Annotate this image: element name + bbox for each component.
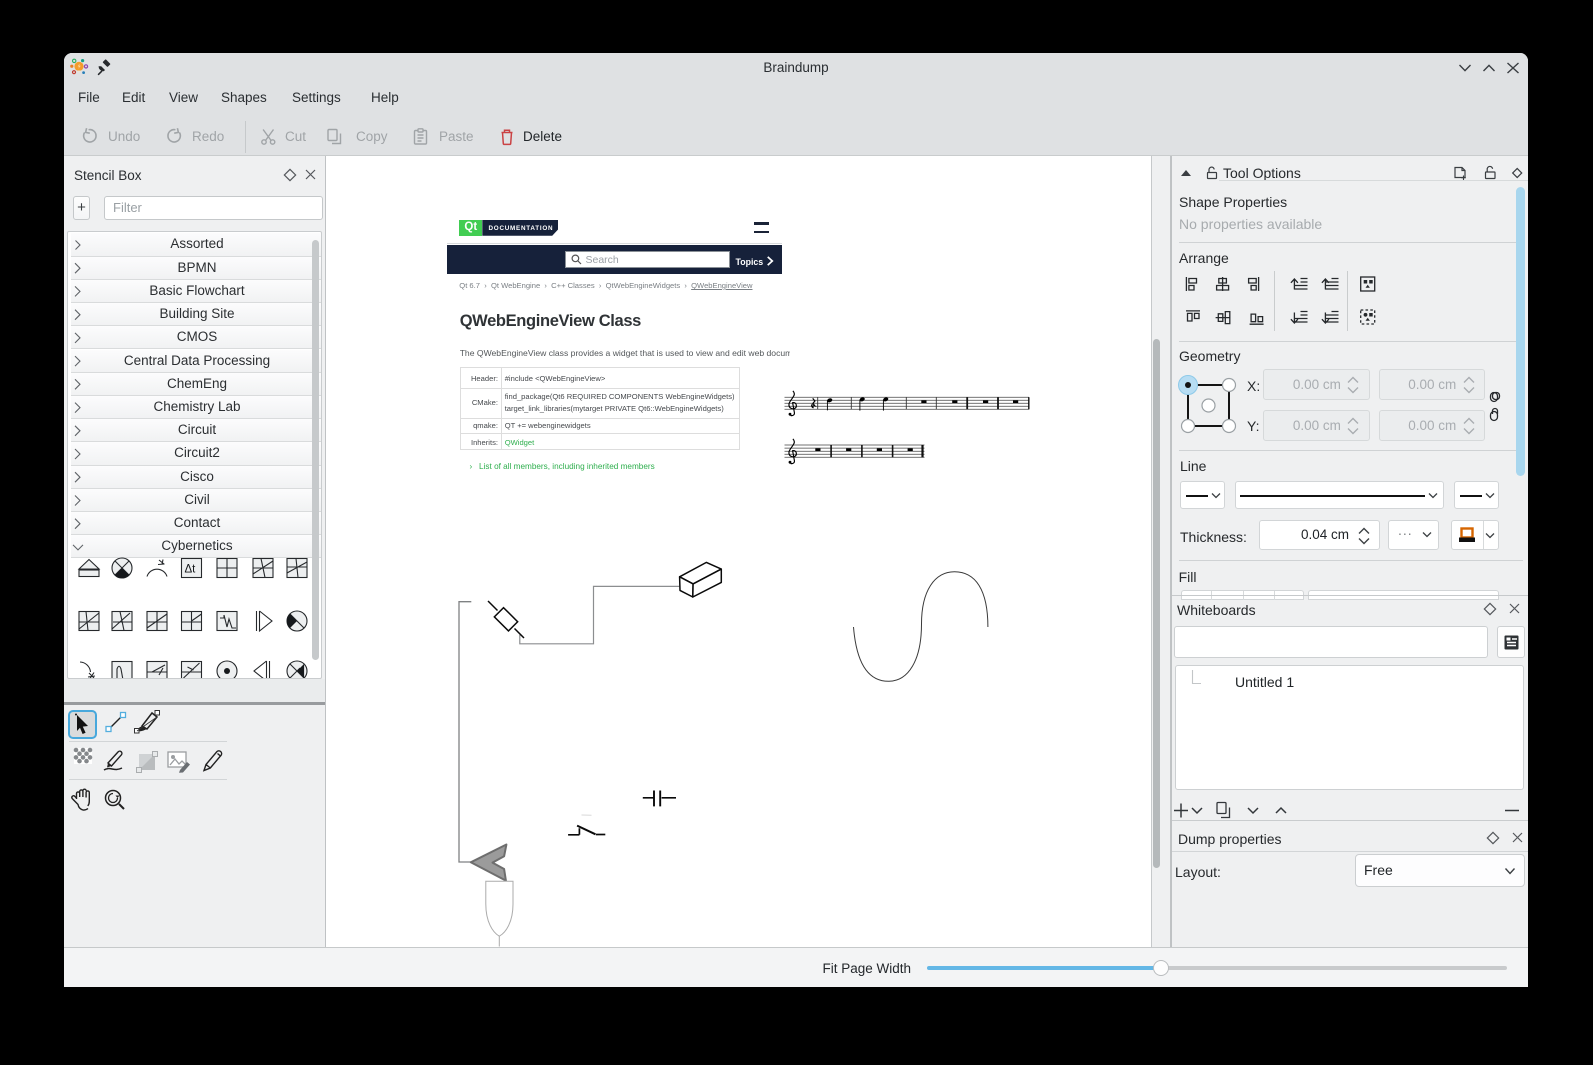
- svg-text:Δt: Δt: [185, 564, 197, 576]
